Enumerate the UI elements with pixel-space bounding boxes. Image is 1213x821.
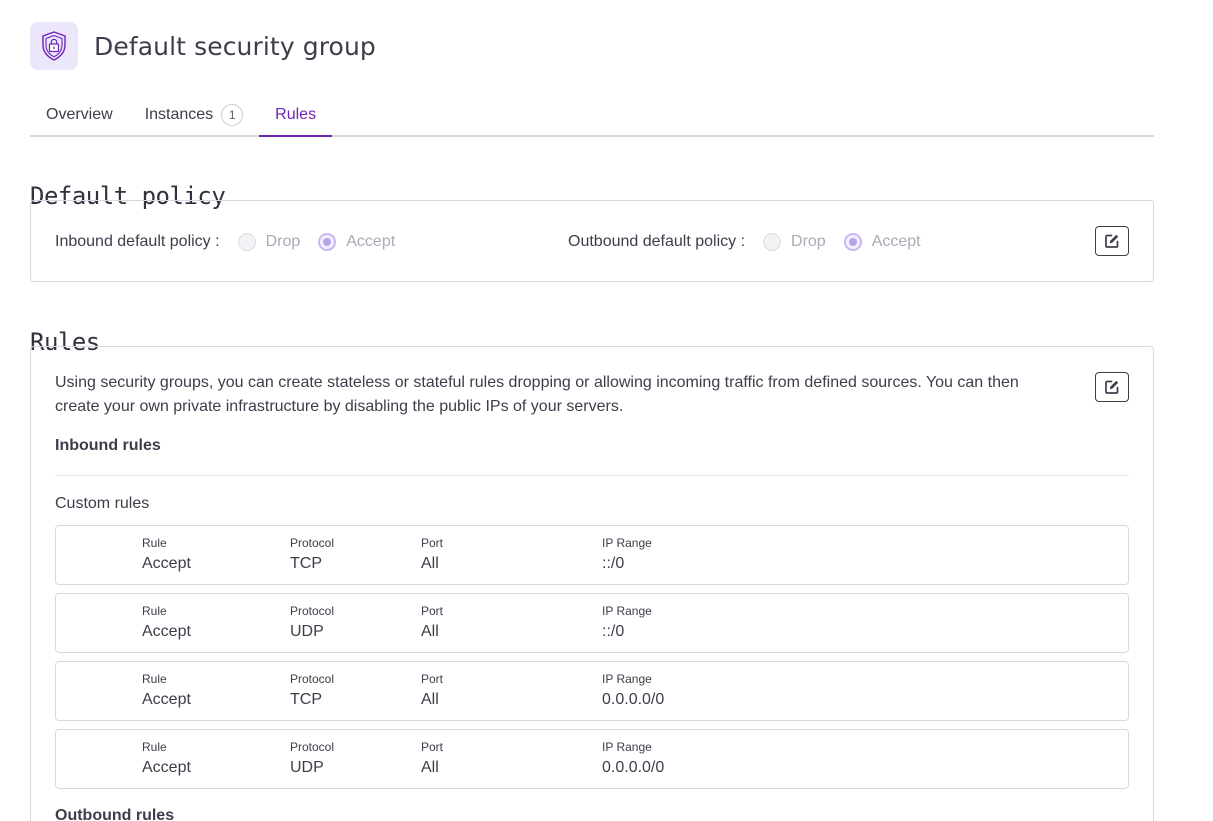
custom-rules-heading: Custom rules	[55, 495, 150, 512]
inbound-drop-radio[interactable]: Drop	[237, 233, 301, 251]
port-column-label: Port	[421, 740, 444, 754]
radio-checked-icon	[843, 233, 862, 251]
edit-icon	[1105, 380, 1119, 394]
inbound-rules-heading: Inbound rules	[55, 437, 161, 454]
page-header: Default security group	[30, 22, 376, 70]
default-policy-card: Inbound default policy : Drop Accept Out…	[30, 200, 1154, 282]
inbound-accept-label: Accept	[346, 233, 396, 250]
rule-column-label: Rule	[142, 672, 167, 686]
ip-range-column-label: IP Range	[602, 740, 652, 754]
tab-instances-label: Instances	[144, 105, 214, 123]
tab-overview-label: Overview	[46, 105, 113, 123]
rule-cell: Rule Accept	[142, 739, 191, 780]
table-row: Rule Accept Protocol UDP Port All IP Ran…	[55, 729, 1129, 789]
page-title: Default security group	[94, 31, 376, 61]
radio-unchecked-icon	[237, 233, 256, 251]
ip-range-cell: IP Range 0.0.0.0/0	[602, 671, 664, 712]
rules-card: Using security groups, you can create st…	[30, 346, 1154, 821]
port-cell: Port All	[421, 603, 443, 644]
ip-range-value: ::/0	[602, 623, 625, 640]
port-cell: Port All	[421, 671, 443, 712]
radio-unchecked-icon	[763, 233, 782, 251]
radio-checked-icon	[318, 233, 337, 251]
tab-rules-label: Rules	[275, 105, 317, 123]
instances-count-badge: 1	[221, 103, 244, 126]
edit-policy-button[interactable]	[1095, 226, 1129, 256]
inbound-policy-label: Inbound default policy :	[55, 233, 220, 250]
ip-range-value: 0.0.0.0/0	[602, 691, 665, 708]
port-value: All	[421, 623, 439, 640]
ip-range-column-label: IP Range	[602, 672, 652, 686]
rule-value: Accept	[142, 691, 191, 708]
port-value: All	[421, 691, 439, 708]
port-cell: Port All	[421, 535, 443, 576]
protocol-column-label: Protocol	[290, 672, 335, 686]
outbound-policy-group: Outbound default policy : Drop Accept	[568, 231, 939, 253]
inbound-drop-label: Drop	[265, 233, 301, 250]
port-value: All	[421, 759, 439, 776]
table-row: Rule Accept Protocol TCP Port All IP Ran…	[55, 525, 1129, 585]
protocol-column-label: Protocol	[290, 604, 335, 618]
outbound-policy-label: Outbound default policy :	[568, 233, 746, 250]
outbound-rules-heading: Outbound rules	[55, 807, 175, 821]
rule-cell: Rule Accept	[142, 603, 191, 644]
outbound-accept-radio[interactable]: Accept	[843, 233, 921, 251]
edit-icon	[1105, 234, 1119, 248]
tab-bar: Overview Instances 1 Rules	[30, 94, 1154, 137]
protocol-value: TCP	[290, 555, 322, 572]
ip-range-value: ::/0	[602, 555, 625, 572]
rule-value: Accept	[142, 555, 191, 572]
port-column-label: Port	[421, 672, 444, 686]
ip-range-cell: IP Range ::/0	[602, 603, 652, 644]
table-row: Rule Accept Protocol UDP Port All IP Ran…	[55, 593, 1129, 653]
shield-lock-icon	[30, 22, 78, 70]
port-column-label: Port	[421, 536, 444, 550]
section-divider	[55, 475, 1129, 476]
port-column-label: Port	[421, 604, 444, 618]
rule-value: Accept	[142, 623, 191, 640]
rule-cell: Rule Accept	[142, 671, 191, 712]
ip-range-value: 0.0.0.0/0	[602, 759, 665, 776]
ip-range-cell: IP Range 0.0.0.0/0	[602, 739, 664, 780]
edit-rules-button[interactable]	[1095, 372, 1129, 402]
rule-value: Accept	[142, 759, 191, 776]
tab-overview[interactable]: Overview	[30, 94, 129, 135]
tab-instances[interactable]: Instances 1	[129, 94, 259, 135]
protocol-cell: Protocol TCP	[290, 535, 334, 576]
rules-description: Using security groups, you can create st…	[55, 374, 1019, 415]
rule-cell: Rule Accept	[142, 535, 191, 576]
protocol-value: UDP	[290, 623, 324, 640]
outbound-drop-label: Drop	[791, 233, 826, 250]
protocol-column-label: Protocol	[290, 536, 335, 550]
protocol-cell: Protocol UDP	[290, 739, 334, 780]
outbound-accept-label: Accept	[871, 233, 921, 250]
outbound-drop-radio[interactable]: Drop	[763, 233, 826, 251]
rule-column-label: Rule	[142, 536, 167, 550]
inbound-accept-radio[interactable]: Accept	[318, 233, 395, 251]
protocol-cell: Protocol UDP	[290, 603, 334, 644]
protocol-value: UDP	[290, 759, 324, 776]
protocol-value: TCP	[290, 691, 322, 708]
security-group-page: Default security group Overview Instance…	[0, 0, 1213, 821]
ip-range-column-label: IP Range	[602, 604, 652, 618]
inbound-policy-group: Inbound default policy : Drop Accept	[55, 231, 413, 253]
tab-rules[interactable]: Rules	[259, 94, 332, 137]
port-cell: Port All	[421, 739, 443, 780]
rule-column-label: Rule	[142, 604, 167, 618]
table-row: Rule Accept Protocol TCP Port All IP Ran…	[55, 661, 1129, 721]
ip-range-column-label: IP Range	[602, 536, 652, 550]
ip-range-cell: IP Range ::/0	[602, 535, 652, 576]
port-value: All	[421, 555, 439, 572]
protocol-column-label: Protocol	[290, 740, 335, 754]
protocol-cell: Protocol TCP	[290, 671, 334, 712]
rule-column-label: Rule	[142, 740, 167, 754]
